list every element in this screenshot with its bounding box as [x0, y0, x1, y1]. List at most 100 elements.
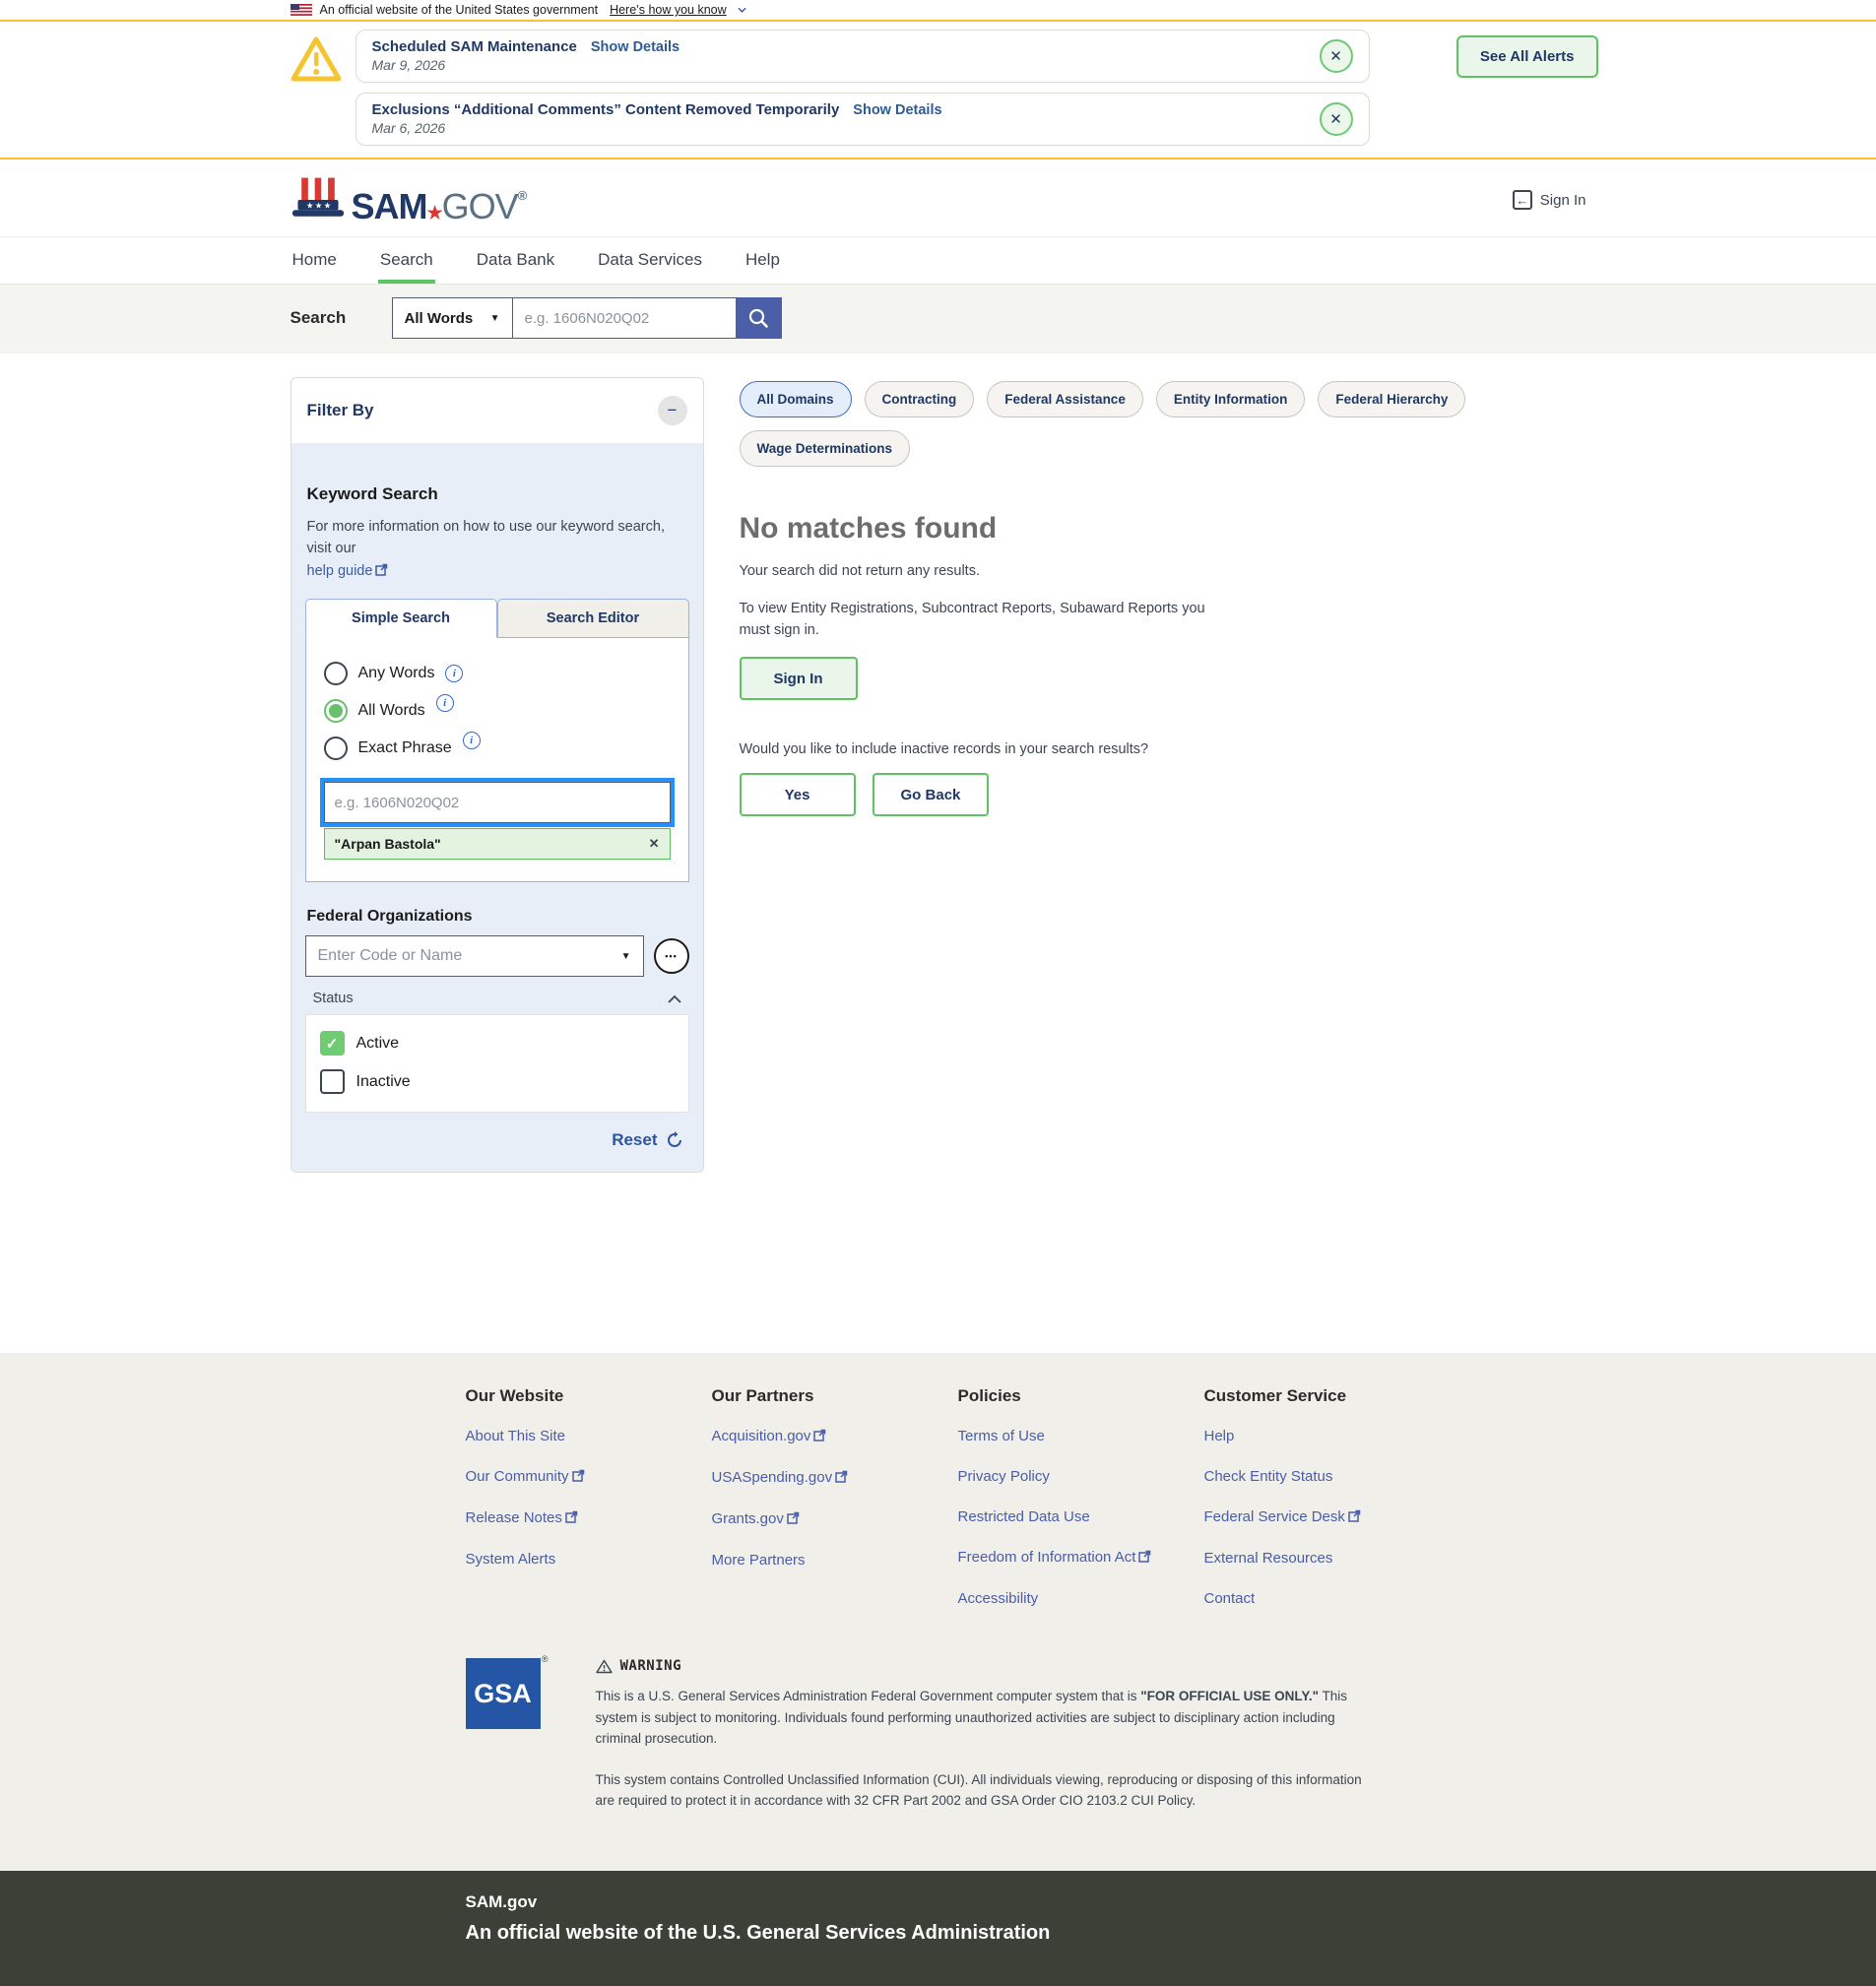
footer-link-contact[interactable]: Contact: [1204, 1590, 1451, 1607]
yes-button[interactable]: Yes: [740, 773, 856, 816]
keyword-search-input[interactable]: [324, 782, 671, 823]
chevron-down-icon: [738, 7, 746, 13]
gov-banner: An official website of the United States…: [0, 0, 1876, 22]
nav-item-help[interactable]: Help: [744, 237, 782, 284]
alert-title: Scheduled SAM Maintenance: [372, 38, 577, 55]
radio-all-words[interactable]: [324, 699, 348, 723]
radio-any-words[interactable]: [324, 662, 348, 685]
results-sign-in-button[interactable]: Sign In: [740, 657, 858, 700]
radio-exact-phrase[interactable]: [324, 737, 348, 760]
external-link-icon: [1138, 1550, 1151, 1567]
sam-gov-logo[interactable]: ★★★ SAM★GOV®: [291, 175, 527, 224]
footer-col-our-partners: Our Partners Acquisition.gov USASpending…: [712, 1386, 958, 1631]
pill-contracting[interactable]: Contracting: [865, 381, 975, 417]
no-matches-heading: No matches found: [740, 512, 1586, 545]
top-search-input[interactable]: [513, 298, 736, 338]
gsa-reg-mark: ®: [542, 1654, 549, 1664]
nav-item-data-bank[interactable]: Data Bank: [475, 237, 556, 284]
footer-link-restricted-data-use[interactable]: Restricted Data Use: [958, 1508, 1204, 1525]
tag-remove-icon[interactable]: ✕: [649, 836, 660, 852]
footer-link-external-resources[interactable]: External Resources: [1204, 1550, 1451, 1567]
footer-link-grants-gov[interactable]: Grants.gov: [712, 1510, 958, 1528]
footer-link-about-this-site[interactable]: About This Site: [466, 1428, 712, 1444]
chevron-up-icon[interactable]: [668, 994, 681, 1003]
pill-federal-assistance[interactable]: Federal Assistance: [987, 381, 1143, 417]
gov-banner-text: An official website of the United States…: [320, 3, 599, 17]
logo-star-icon: ★: [427, 203, 442, 223]
tab-simple-search[interactable]: Simple Search: [305, 599, 497, 638]
uncle-sam-hat-icon: ★★★: [291, 175, 346, 224]
info-icon[interactable]: i: [445, 665, 463, 682]
nav-item-search[interactable]: Search: [378, 237, 435, 284]
checkbox-inactive[interactable]: [320, 1069, 345, 1094]
pill-federal-hierarchy[interactable]: Federal Hierarchy: [1318, 381, 1465, 417]
footer-link-check-entity-status[interactable]: Check Entity Status: [1204, 1468, 1451, 1485]
keyword-tag: "Arpan Bastola" ✕: [324, 828, 671, 860]
alert-close-button[interactable]: ✕: [1320, 39, 1353, 73]
alert-title: Exclusions “Additional Comments” Content…: [372, 101, 840, 118]
footer-link-terms-of-use[interactable]: Terms of Use: [958, 1428, 1204, 1444]
federal-orgs-combobox[interactable]: Enter Code or Name ▼: [305, 935, 644, 977]
federal-orgs-more-button[interactable]: •••: [654, 938, 689, 974]
footer-col-policies: Policies Terms of Use Privacy Policy Res…: [958, 1386, 1204, 1631]
warning-outline-icon: [596, 1659, 613, 1674]
search-icon: [747, 307, 769, 329]
filter-by-title: Filter By: [307, 401, 374, 420]
main-nav: Home Search Data Bank Data Services Help: [0, 236, 1876, 285]
pill-wage-determinations[interactable]: Wage Determinations: [740, 430, 911, 467]
nav-item-data-services[interactable]: Data Services: [596, 237, 704, 284]
svg-text:★: ★: [314, 200, 322, 210]
pill-entity-information[interactable]: Entity Information: [1156, 381, 1306, 417]
search-row-label: Search: [291, 308, 392, 328]
footer-heading: Our Partners: [712, 1386, 958, 1406]
footer-link-help[interactable]: Help: [1204, 1428, 1451, 1444]
search-mode-select[interactable]: All Words ▼: [393, 298, 513, 338]
alert-card-maintenance: Scheduled SAM Maintenance Show Details M…: [356, 30, 1370, 83]
footer-link-system-alerts[interactable]: System Alerts: [466, 1551, 712, 1568]
help-guide-link[interactable]: help guide: [307, 563, 373, 579]
footer-link-privacy-policy[interactable]: Privacy Policy: [958, 1468, 1204, 1485]
checkbox-inactive-label: Inactive: [356, 1073, 411, 1091]
see-all-alerts-button[interactable]: See All Alerts: [1456, 35, 1598, 78]
svg-text:★: ★: [305, 200, 313, 210]
reset-icon[interactable]: [666, 1131, 683, 1149]
nav-item-home[interactable]: Home: [291, 237, 339, 284]
footer-link-more-partners[interactable]: More Partners: [712, 1552, 958, 1569]
external-link-icon: [1348, 1509, 1361, 1526]
reset-filters-link[interactable]: Reset: [612, 1130, 657, 1150]
how-you-know-link[interactable]: Here’s how you know: [610, 3, 727, 17]
header-sign-in-link[interactable]: ← Sign In: [1513, 190, 1586, 210]
keyword-search-heading: Keyword Search: [307, 484, 687, 504]
domain-filter-pills: All Domains Contracting Federal Assistan…: [740, 381, 1586, 467]
footer-link-release-notes[interactable]: Release Notes: [466, 1509, 712, 1527]
alert-show-details-link[interactable]: Show Details: [853, 102, 941, 118]
filter-collapse-button[interactable]: −: [658, 396, 687, 425]
search-submit-button[interactable]: [736, 297, 782, 339]
site-header: ★★★ SAM★GOV® ← Sign In: [0, 160, 1876, 236]
simple-search-card: Any Words i All Words i Exact Phrase i: [305, 638, 689, 882]
go-back-button[interactable]: Go Back: [873, 773, 989, 816]
radio-all-words-label: All Words: [358, 702, 425, 720]
footer-link-our-community[interactable]: Our Community: [466, 1468, 712, 1486]
info-icon[interactable]: i: [436, 694, 454, 712]
sign-in-label: Sign In: [1540, 192, 1586, 209]
search-row: Search All Words ▼: [0, 285, 1876, 353]
alert-card-exclusions: Exclusions “Additional Comments” Content…: [356, 93, 1370, 146]
pill-all-domains[interactable]: All Domains: [740, 381, 852, 417]
footer-link-federal-service-desk[interactable]: Federal Service Desk: [1204, 1508, 1451, 1526]
footer-link-accessibility[interactable]: Accessibility: [958, 1590, 1204, 1607]
checkbox-active[interactable]: ✓: [320, 1031, 345, 1056]
alert-show-details-link[interactable]: Show Details: [591, 39, 679, 55]
tab-search-editor[interactable]: Search Editor: [497, 599, 689, 638]
footer-link-acquisition-gov[interactable]: Acquisition.gov: [712, 1428, 958, 1445]
sign-in-icon: ←: [1513, 190, 1532, 210]
warning-heading: WARNING: [620, 1658, 682, 1674]
external-link-icon: [375, 561, 388, 583]
alert-close-button[interactable]: ✕: [1320, 102, 1353, 136]
footer-official-website-text: An official website of the U.S. General …: [466, 1922, 1598, 1945]
info-icon[interactable]: i: [463, 732, 481, 749]
footer-link-foia[interactable]: Freedom of Information Act: [958, 1549, 1204, 1567]
filter-panel: Filter By − Keyword Search For more info…: [291, 377, 704, 1173]
footer-link-usaspending-gov[interactable]: USASpending.gov: [712, 1469, 958, 1487]
us-flag-icon: [291, 4, 312, 16]
